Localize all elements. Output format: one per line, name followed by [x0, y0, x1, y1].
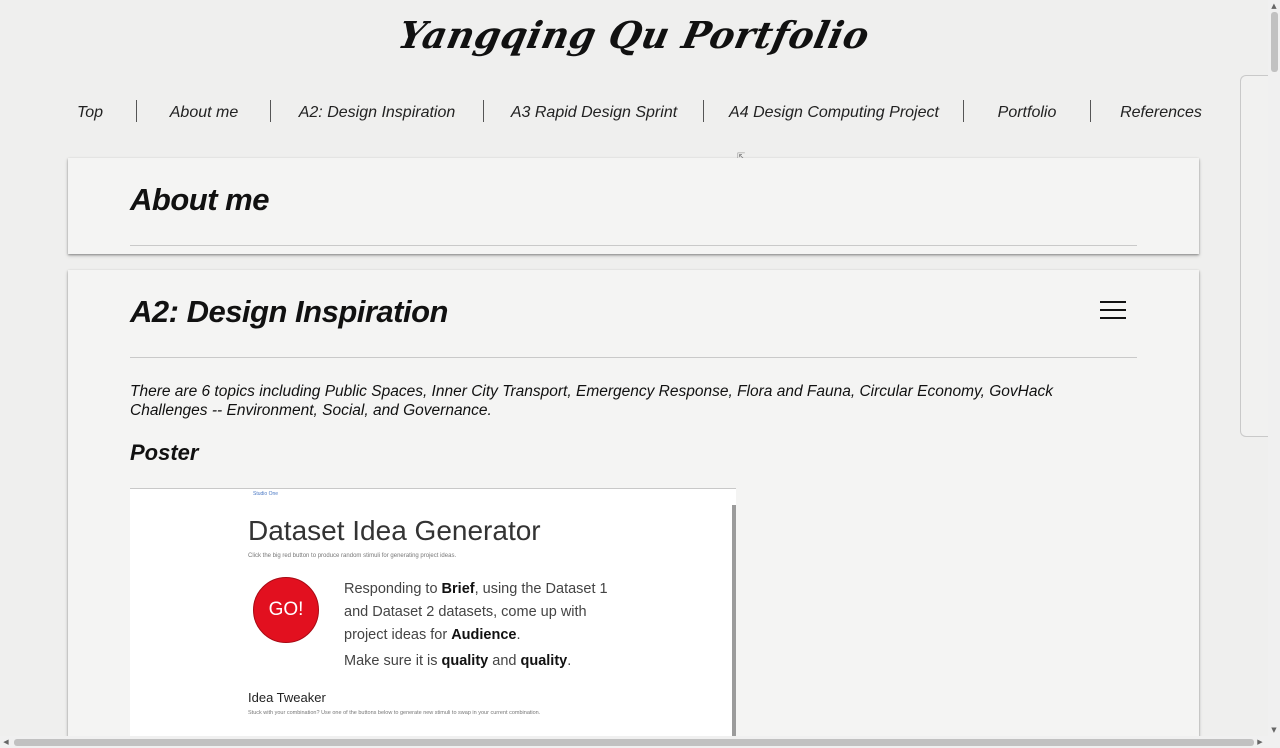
about-me-heading: About me [130, 182, 269, 217]
poster-studio-link: Studio One [253, 491, 279, 497]
page: Yangqing Qu Portfolio Top About me A2: D… [0, 0, 1280, 748]
hamburger-menu-icon[interactable] [1100, 301, 1126, 319]
nav-item-a3-rapid-design-sprint[interactable]: A3 Rapid Design Sprint [511, 98, 677, 128]
prompt-text: . [567, 653, 572, 669]
vertical-scrollbar[interactable]: ▲ ▼ [1268, 0, 1280, 736]
a2-heading: A2: Design Inspiration [130, 294, 448, 329]
nav-separator [483, 100, 484, 122]
hamburger-line [1100, 309, 1126, 311]
nav-separator [136, 100, 137, 122]
prompt-text: Make sure it is [344, 653, 442, 669]
prompt-text: Responding to [344, 581, 442, 597]
poster-prompt: Responding to Brief, using the Dataset 1… [344, 578, 634, 647]
nav-separator [270, 100, 271, 122]
poster-subtitle: Click the big red button to produce rand… [248, 553, 457, 559]
nav-separator [703, 100, 704, 122]
audience-label: Audience [451, 627, 517, 643]
site-title: Yangqing Qu Portfolio [394, 13, 874, 57]
about-me-card: About me [68, 158, 1199, 254]
divider [130, 245, 1137, 246]
scroll-down-arrow-icon[interactable]: ▼ [1268, 724, 1280, 736]
poster-heading: Poster [130, 440, 199, 465]
topics-paragraph: There are 6 topics including Public Spac… [130, 383, 1053, 419]
nav-item-a4-design-computing-project[interactable]: A4 Design Computing Project [729, 98, 939, 128]
poster-title: Dataset Idea Generator [248, 515, 541, 546]
poster-quality-line: Make sure it is quality and quality. [344, 653, 571, 669]
nav-item-about-me[interactable]: About me [170, 98, 238, 128]
nav-separator [1090, 100, 1091, 122]
nav-item-references[interactable]: References [1120, 98, 1202, 128]
quality-label: quality [520, 653, 568, 669]
a2-design-inspiration-card: A2: Design Inspiration There are 6 topic… [68, 270, 1199, 748]
nav-item-top[interactable]: Top [77, 98, 103, 128]
horizontal-scrollbar-thumb[interactable] [14, 739, 1254, 746]
horizontal-scrollbar[interactable]: ◀ ▶ [0, 736, 1280, 748]
scroll-left-arrow-icon[interactable]: ◀ [0, 736, 12, 748]
idea-tweaker-title: Idea Tweaker [248, 690, 326, 705]
prompt-text: . [516, 627, 521, 643]
hamburger-line [1100, 317, 1126, 319]
scroll-right-arrow-icon[interactable]: ▶ [1254, 736, 1266, 748]
prompt-text: and [488, 653, 521, 669]
brief-label: Brief [441, 581, 475, 597]
quality-label: quality [441, 653, 489, 669]
poster-image: Studio One Dataset Idea Generator Click … [130, 488, 736, 748]
hamburger-line [1100, 301, 1126, 303]
vertical-scrollbar-thumb[interactable] [1271, 12, 1278, 72]
top-nav: Top About me A2: Design Inspiration A3 R… [0, 98, 1268, 128]
idea-tweaker-subtitle: Stuck with your combination? Use one of … [248, 710, 541, 716]
poster-edge [732, 505, 736, 748]
scroll-up-arrow-icon[interactable]: ▲ [1268, 0, 1280, 12]
go-button: GO! [253, 577, 319, 643]
nav-item-a2-design-inspiration[interactable]: A2: Design Inspiration [299, 98, 456, 128]
nav-item-portfolio[interactable]: Portfolio [998, 98, 1057, 128]
side-panel-tab[interactable] [1240, 75, 1271, 437]
divider [130, 357, 1137, 358]
nav-separator [963, 100, 964, 122]
